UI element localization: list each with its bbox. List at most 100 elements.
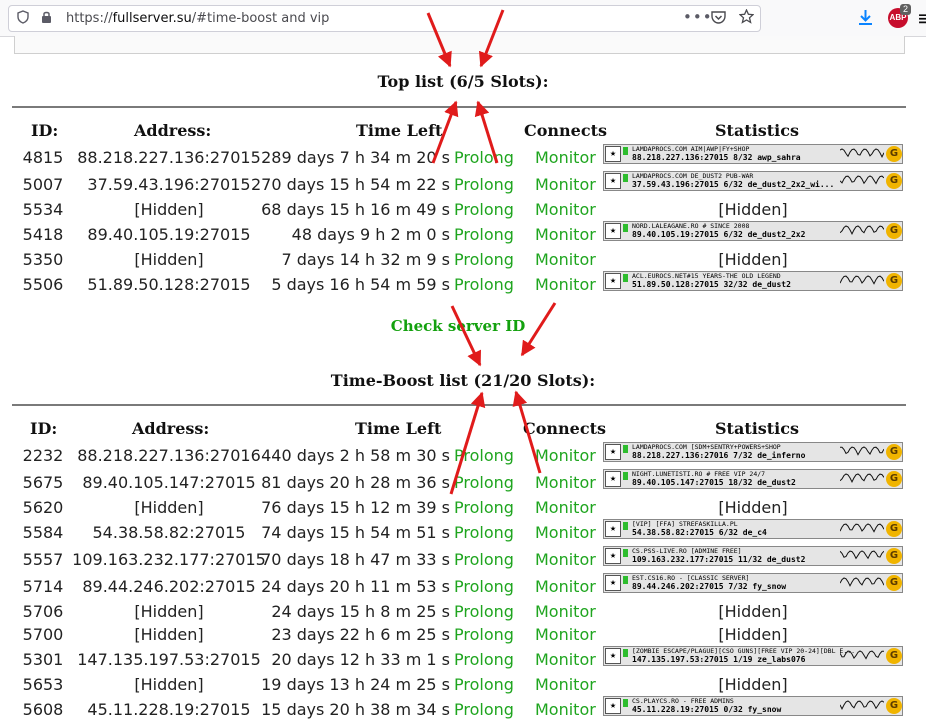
- prolong-link[interactable]: Prolong: [454, 250, 514, 269]
- more-icon[interactable]: •••: [683, 8, 713, 26]
- online-status-indicator: [623, 522, 628, 530]
- shield-icon[interactable]: [17, 10, 29, 28]
- monitor-link[interactable]: Monitor: [535, 700, 596, 719]
- monitor-link[interactable]: Monitor: [535, 550, 596, 569]
- server-stats-hidden: [Hidden]: [718, 602, 788, 621]
- monitor-link[interactable]: Monitor: [535, 523, 596, 542]
- monitor-link[interactable]: Monitor: [535, 446, 596, 465]
- time-left: 76 days 15 h 12 m 39 s: [261, 498, 450, 517]
- browser-toolbar: https://fullserver.su/#time-boost and vi…: [0, 0, 926, 37]
- monitor-link[interactable]: Monitor: [535, 602, 596, 621]
- player-graph: [840, 225, 884, 236]
- server-stats-info: 37.59.43.196:27015 6/32 de_dust2_2x2_wi.…: [632, 180, 835, 189]
- monitor-link[interactable]: Monitor: [535, 148, 596, 167]
- server-stats-banner[interactable]: ★ EST.CS16.RO - [CLASSIC SERVER] 89.44.246…: [603, 573, 903, 593]
- prolong-link[interactable]: Prolong: [454, 523, 514, 542]
- pocket-icon[interactable]: [711, 10, 726, 28]
- monitor-link[interactable]: Monitor: [535, 625, 596, 644]
- game-icon: ★: [605, 648, 621, 664]
- online-status-indicator: [623, 445, 628, 453]
- monitor-link[interactable]: Monitor: [535, 275, 596, 294]
- prolong-link[interactable]: Prolong: [454, 700, 514, 719]
- prolong-link[interactable]: Prolong: [454, 446, 514, 465]
- online-status-indicator: [623, 649, 628, 657]
- time-left: 74 days 15 h 54 m 51 s: [261, 523, 450, 542]
- server-stats-hidden: [Hidden]: [718, 200, 788, 219]
- server-stats-banner[interactable]: ★ LAMDAPROCS.COM AIM|AWP|FY+SHOP 88.218.22…: [603, 144, 903, 164]
- server-stats-banner[interactable]: ★ LAMDAPROCS.COM DE_DUST2 PUB-WAR 37.59.43…: [603, 171, 903, 191]
- url-text[interactable]: https://fullserver.su/#time-boost and vi…: [66, 11, 329, 26]
- time-left: 48 days 9 h 2 m 0 s: [291, 225, 450, 244]
- server-stats-info: 51.89.50.128:27015 32/32 de_dust2: [632, 280, 791, 289]
- gametracker-icon: G: [886, 223, 902, 239]
- server-stats-name: CS.PLAYCS.RO - FREE ADMINS: [632, 697, 734, 705]
- prolong-link[interactable]: Prolong: [454, 550, 514, 569]
- time-left: 20 days 12 h 33 m 1 s: [271, 650, 450, 669]
- prolong-link[interactable]: Prolong: [454, 473, 514, 492]
- server-stats-banner[interactable]: ★ NORD.LALEAGANE.RO # SINCE 2008 89.40.105…: [603, 221, 903, 241]
- menu-icon[interactable]: ≡: [917, 6, 926, 30]
- col-header-statistics: Statistics: [715, 121, 800, 140]
- top-list-title: Top list (6/5 Slots):: [377, 72, 549, 91]
- server-stats-banner[interactable]: ★ CS.PSS-LIVE.RO [ADMINE FREE] 109.163.232…: [603, 546, 903, 566]
- monitor-link[interactable]: Monitor: [535, 498, 596, 517]
- time-left: 5 days 16 h 54 m 59 s: [271, 275, 450, 294]
- server-stats-name: CS.PSS-LIVE.RO [ADMINE FREE]: [632, 547, 742, 555]
- prolong-link[interactable]: Prolong: [454, 498, 514, 517]
- game-icon: ★: [605, 471, 621, 487]
- prolong-link[interactable]: Prolong: [454, 650, 514, 669]
- server-stats-info: 54.38.58.82:27015 6/32 de_c4: [632, 528, 767, 537]
- gametracker-icon: G: [886, 173, 902, 189]
- prolong-link[interactable]: Prolong: [454, 200, 514, 219]
- prolong-link[interactable]: Prolong: [454, 675, 514, 694]
- download-icon[interactable]: [858, 9, 873, 30]
- server-stats-banner[interactable]: ★ CS.PLAYCS.RO - FREE ADMINS 45.11.228.19:…: [603, 696, 903, 716]
- server-stats-banner[interactable]: ★ [VIP] [FFA] STREFASKILLA.PL 54.38.58.82:…: [603, 519, 903, 539]
- time-left: 23 days 22 h 6 m 25 s: [271, 625, 450, 644]
- col-header-time-left: Time Left: [355, 419, 442, 438]
- prolong-link[interactable]: Prolong: [454, 602, 514, 621]
- player-graph: [840, 275, 884, 285]
- prolong-link[interactable]: Prolong: [454, 625, 514, 644]
- prolong-link[interactable]: Prolong: [454, 225, 514, 244]
- prolong-link[interactable]: Prolong: [454, 275, 514, 294]
- server-stats-banner[interactable]: ★ LAMDAPROCS.COM [SDM+SENTRY+POWERS+SHOP 8…: [603, 442, 903, 462]
- server-stats-info: 89.40.105.19:27015 6/32 de_dust2_2x2: [632, 230, 806, 239]
- monitor-link[interactable]: Monitor: [535, 473, 596, 492]
- lock-icon[interactable]: [41, 10, 52, 28]
- col-header-id: ID:: [31, 121, 59, 140]
- server-stats-banner[interactable]: ★ NIGHT.LUNETISTI.RO # FREE VIP 24/7 89.40…: [603, 469, 903, 489]
- bookmark-star-icon[interactable]: [738, 8, 755, 28]
- gametracker-icon: G: [886, 548, 902, 564]
- abp-count-badge: 2: [900, 4, 912, 15]
- boost-list-title: Time-Boost list (21/20 Slots):: [330, 371, 596, 390]
- check-server-id-link[interactable]: Check server ID: [0, 317, 916, 335]
- monitor-link[interactable]: Monitor: [535, 200, 596, 219]
- monitor-link[interactable]: Monitor: [535, 250, 596, 269]
- prolong-link[interactable]: Prolong: [454, 175, 514, 194]
- col-header-statistics: Statistics: [715, 419, 800, 438]
- gametracker-icon: G: [886, 471, 902, 487]
- server-stats-name: LAMDAPROCS.COM DE_DUST2 PUB-WAR: [632, 172, 754, 180]
- gametracker-icon: G: [886, 521, 902, 537]
- player-graph: [840, 577, 884, 587]
- player-graph: [840, 175, 884, 185]
- server-stats-banner[interactable]: ★ ACL.EUROCS.NET#15 YEARS-THE OLD LEGEND 5…: [603, 271, 903, 291]
- gametracker-icon: G: [886, 146, 902, 162]
- monitor-link[interactable]: Monitor: [535, 175, 596, 194]
- server-stats-banner[interactable]: ★ [ZOMBIE ESCAPE/PLAGUE][CSO GUNS][FREE V…: [603, 646, 903, 666]
- monitor-link[interactable]: Monitor: [535, 650, 596, 669]
- time-left: 15 days 20 h 38 m 34 s: [261, 700, 450, 719]
- online-status-indicator: [623, 174, 628, 182]
- monitor-link[interactable]: Monitor: [535, 225, 596, 244]
- prolong-link[interactable]: Prolong: [454, 577, 514, 596]
- monitor-link[interactable]: Monitor: [535, 577, 596, 596]
- prolong-link[interactable]: Prolong: [454, 148, 514, 167]
- col-header-connects: Connects: [524, 121, 607, 140]
- gametracker-icon: G: [886, 698, 902, 714]
- monitor-link[interactable]: Monitor: [535, 675, 596, 694]
- game-icon: ★: [605, 173, 621, 189]
- server-stats-hidden: [Hidden]: [718, 250, 788, 269]
- server-stats-info: 109.163.232.177:27015 11/32 de_dust2: [632, 555, 806, 564]
- address-bar[interactable]: https://fullserver.su/#time-boost and vi…: [8, 5, 761, 32]
